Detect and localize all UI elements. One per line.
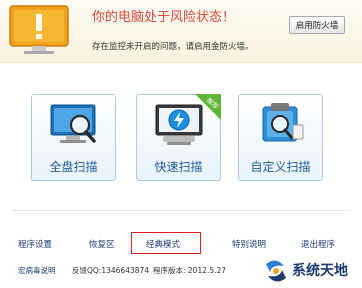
program-settings-link[interactable]: 程序设置 [18,238,52,250]
divider [12,210,350,211]
custom-scan-button[interactable]: 自定义扫描 [238,94,323,181]
warning-subtitle: 存在监控未开启的问题，请启用金防火墙。 [92,42,254,52]
recommended-badge-icon: 推荐 [195,94,221,120]
full-scan-button[interactable]: 全盘扫描 [31,94,116,181]
classic-mode-link[interactable]: 经典模式 [146,238,180,250]
warning-banner: 你的电脑处于风险状态！ 存在监控未开启的问题，请启用金防火墙。 启用防火墙 [0,0,362,63]
quarantine-link[interactable]: 恢复区 [89,238,115,250]
custom-scan-label: 自定义扫描 [250,160,311,174]
enable-firewall-button[interactable]: 启用防火墙 [289,16,345,34]
quick-scan-label: 快速扫描 [154,160,203,174]
program-version: 程序版本: 2012.5.27 [153,266,227,275]
site-logo-icon [266,260,286,282]
exit-program-link[interactable]: 退出程序 [301,238,335,250]
quick-scan-button[interactable]: 推荐 快速扫描 [136,94,221,181]
special-notes-link[interactable]: 特别说明 [232,238,266,250]
warning-monitor-icon [9,5,69,54]
macro-virus-description-link[interactable]: 宏病毒说明 [18,265,56,276]
full-scan-icon [50,104,96,143]
site-watermark: 系统天地 [292,263,348,279]
warning-title: 你的电脑处于风险状态！ [92,10,236,25]
full-scan-label: 全盘扫描 [49,160,98,174]
feedback-qq: 反馈QQ:1346643874 [72,266,150,275]
custom-scan-icon [262,103,304,142]
